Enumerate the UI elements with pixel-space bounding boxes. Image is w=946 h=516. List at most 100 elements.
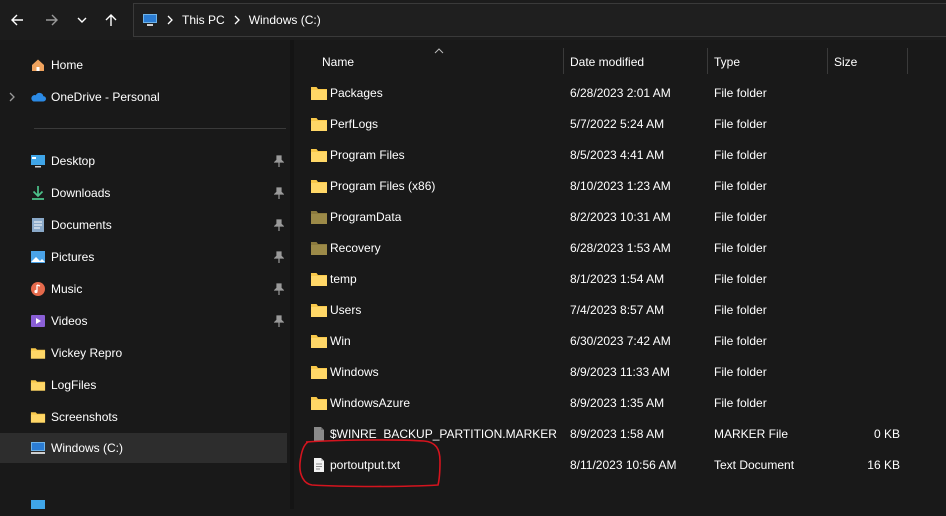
file-type: File folder [714,396,767,410]
table-row[interactable]: temp 8/1/2023 1:54 AM File folder [302,265,932,293]
table-row[interactable]: PerfLogs 5/7/2022 5:24 AM File folder [302,110,932,138]
file-date-modified: 8/11/2023 10:56 AM [570,458,677,472]
table-row[interactable]: Program Files 8/5/2023 4:41 AM File folder [302,141,932,169]
sidebar-item-label: Windows (C:) [51,441,124,455]
table-row[interactable]: Windows 8/9/2023 11:33 AM File folder [302,358,932,386]
file-date-modified: 8/9/2023 11:33 AM [570,365,670,379]
folder-icon [30,377,46,393]
table-row[interactable]: Packages 6/28/2023 2:01 AM File folder [302,79,932,107]
file-size: 0 KB [873,427,900,441]
back-button[interactable] [5,8,29,32]
file-name: Win [330,334,351,348]
sidebar-item-windows-c[interactable]: Windows (C:) [0,433,287,463]
pin-icon[interactable] [274,251,284,263]
recent-locations-button[interactable] [70,8,94,32]
file-type: File folder [714,334,767,348]
file-date-modified: 8/5/2023 4:41 AM [570,148,665,162]
file-date-modified: 8/2/2023 10:31 AM [570,210,671,224]
videos-icon [30,313,46,329]
chevron-right-icon[interactable] [8,92,16,102]
sidebar-item-screenshots[interactable]: Screenshots [0,402,287,432]
column-header-type[interactable]: Type [714,55,740,69]
this-pc-icon [143,14,157,26]
cloud-icon [30,89,46,105]
file-type: File folder [714,272,767,286]
pin-icon[interactable] [274,187,284,199]
file-date-modified: 8/9/2023 1:35 AM [570,396,665,410]
pin-icon[interactable] [274,155,284,167]
folder-icon [310,178,328,194]
sidebar-item-music[interactable]: Music [0,274,287,304]
chevron-down-icon [77,17,87,23]
file-date-modified: 7/4/2023 8:57 AM [570,303,665,317]
address-bar[interactable]: This PC Windows (C:) [133,3,946,37]
file-type: File folder [714,241,767,255]
folder-icon [310,271,328,287]
drive-icon [30,440,46,456]
table-row[interactable]: WindowsAzure 8/9/2023 1:35 AM File folder [302,389,932,417]
table-row[interactable]: Program Files (x86) 8/10/2023 1:23 AM File… [302,172,932,200]
sidebar-item-label: Home [51,58,84,72]
column-header-size[interactable]: Size [834,55,857,69]
navigation-toolbar: This PC Windows (C:) [0,0,946,40]
file-type: File folder [714,86,767,100]
file-date-modified: 5/7/2022 5:24 AM [570,117,665,131]
file-date-modified: 6/28/2023 2:01 AM [570,86,671,100]
breadcrumb-windows-c[interactable]: Windows (C:) [249,13,321,27]
breadcrumb-separator[interactable] [166,15,174,25]
sidebar-item-onedrive[interactable]: OneDrive - Personal [0,82,287,112]
sidebar-item-vickey-repro[interactable]: Vickey Repro [0,338,287,368]
pin-icon[interactable] [274,283,284,295]
table-row[interactable]: Users 7/4/2023 8:57 AM File folder [302,296,932,324]
sidebar-item-label: Vickey Repro [51,346,123,360]
pictures-icon [30,249,46,265]
folder-icon [310,147,328,163]
pin-icon[interactable] [274,315,284,327]
folder-icon [310,333,328,349]
file-date-modified: 6/28/2023 1:53 AM [570,241,671,255]
column-divider[interactable] [707,48,708,74]
file-date-modified: 8/1/2023 1:54 AM [570,272,665,286]
chevron-right-icon [234,15,240,25]
column-divider[interactable] [827,48,828,74]
file-date-modified: 8/9/2023 1:58 AM [570,427,665,441]
sidebar-item-videos[interactable]: Videos [0,306,287,336]
music-icon [30,281,46,297]
column-divider[interactable] [907,48,908,74]
sidebar-item-logfiles[interactable]: LogFiles [0,370,287,400]
this-pc-icon [30,498,46,514]
file-type: File folder [714,210,767,224]
table-row[interactable]: ProgramData 8/2/2023 10:31 AM File folder [302,203,932,231]
chevron-right-icon [167,15,173,25]
file-type: File folder [714,303,767,317]
column-header-date[interactable]: Date modified [570,55,644,69]
table-row[interactable]: Win 6/30/2023 7:42 AM File folder [302,327,932,355]
up-button[interactable] [99,8,123,32]
file-date-modified: 8/10/2023 1:23 AM [570,179,671,193]
sidebar-item-label: LogFiles [51,378,97,392]
forward-button[interactable] [40,8,64,32]
sidebar-item-partial[interactable] [0,496,287,516]
sidebar-item-pictures[interactable]: Pictures [0,242,287,272]
sidebar-item-home[interactable]: Home [0,50,287,80]
pin-icon[interactable] [274,219,284,231]
column-header-name[interactable]: Name [322,55,354,69]
file-type: File folder [714,365,767,379]
red-annotation-circle [299,439,441,488]
file-name: Program Files [330,148,405,162]
sidebar-item-label: Music [51,282,83,296]
forward-arrow-icon [46,14,58,26]
sidebar-item-downloads[interactable]: Downloads [0,178,287,208]
back-arrow-icon [11,14,23,26]
breadcrumb-this-pc[interactable]: This PC [182,13,225,27]
file-type: File folder [714,179,767,193]
breadcrumb-separator[interactable] [233,15,241,25]
file-type: File folder [714,148,767,162]
sidebar-item-desktop[interactable]: Desktop [0,146,287,176]
table-row[interactable]: Recovery 6/28/2023 1:53 AM File folder [302,234,932,262]
column-divider[interactable] [563,48,564,74]
folder-icon [310,240,328,256]
folder-icon [310,85,328,101]
file-name: temp [330,272,357,286]
sidebar-item-documents[interactable]: Documents [0,210,287,240]
